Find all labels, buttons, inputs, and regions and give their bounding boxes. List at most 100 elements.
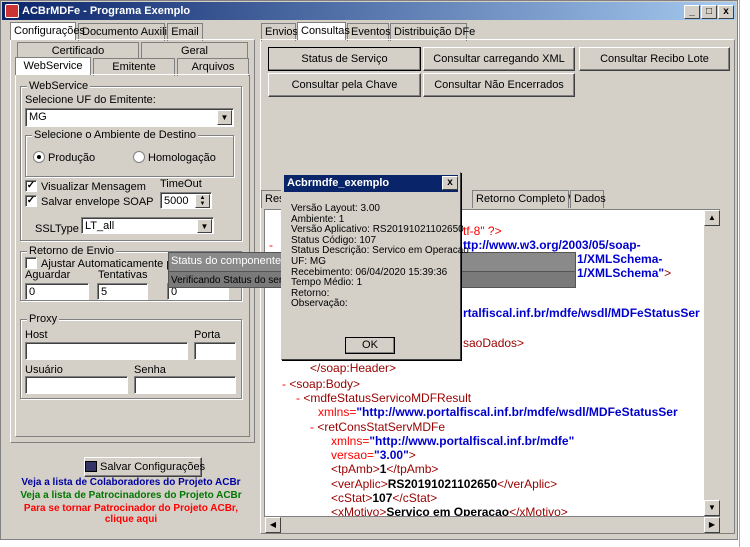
aguardar-input[interactable]: 0: [25, 283, 89, 300]
host-input[interactable]: [25, 342, 188, 360]
usuario-input[interactable]: [25, 376, 128, 394]
senha-label: Senha: [134, 364, 166, 376]
xml-line: <xMotivo>Servico em Operacao</xMotivo>: [331, 505, 568, 517]
producao-label: Produção: [48, 152, 96, 164]
dialog-line: Versão Layout: 3.00: [291, 203, 380, 214]
tentativas-label: Tentativas: [98, 269, 148, 281]
visualizar-checkbox[interactable]: ✓: [25, 180, 37, 192]
dialog-close-button[interactable]: x: [442, 176, 458, 190]
background-window-edge: [739, 0, 750, 547]
dialog-line: Observação:: [291, 298, 348, 310]
timeout-value: 5000: [164, 195, 189, 207]
dialog-line: Status Descrição: Servico em Operacao: [291, 245, 469, 257]
window-title: ACBrMDFe - Programa Exemplo: [22, 5, 191, 17]
message-dialog: Acbrmdfe_exemplo x Versão Layout: 3.00 Am…: [281, 172, 469, 360]
chevron-down-icon[interactable]: ▼: [217, 110, 232, 125]
xml-line: - <soap:Body>: [282, 377, 361, 391]
radio-homologacao[interactable]: [133, 151, 145, 163]
visualizar-label: Visualizar Mensagem: [41, 181, 146, 193]
scroll-down-icon[interactable]: ▼: [704, 500, 720, 516]
scroll-right-icon[interactable]: ▶: [704, 517, 720, 533]
consultar-chave-button[interactable]: Consultar pela Chave: [268, 73, 421, 97]
consultar-recibo-lote-button[interactable]: Consultar Recibo Lote: [579, 47, 730, 71]
consultar-nao-encerrados-button[interactable]: Consultar Não Encerrados: [423, 73, 575, 97]
uf-label: Selecione UF do Emitente:: [25, 94, 156, 106]
dialog-line: UF: MG: [291, 256, 326, 267]
horizontal-scrollbar[interactable]: ◀ ▶: [265, 517, 720, 533]
title-bar: ACBrMDFe - Programa Exemplo _ □ x: [2, 2, 736, 20]
proxy-group-label: Proxy: [27, 313, 60, 325]
xml-line: <verAplic>RS20191021102650</verAplic>: [331, 477, 558, 491]
xml-line: ttp://www.w3.org/2003/05/soap-: [463, 238, 641, 252]
dialog-line: Status Código: 107: [291, 234, 377, 246]
salvar-configuracoes-button[interactable]: Salvar Configurações: [84, 457, 206, 477]
spin-icon[interactable]: ▲ ▼: [195, 194, 210, 208]
consultar-xml-button[interactable]: Consultar carregando XML: [423, 47, 575, 71]
link-patrocinadores[interactable]: Veja a lista de Patrocinadores do Projet…: [6, 490, 256, 501]
xml-line: <tpAmb>1</tpAmb>: [331, 462, 439, 476]
minimize-button[interactable]: _: [684, 5, 700, 19]
uf-value: MG: [29, 111, 47, 123]
progress-title: Status do componente: [171, 255, 282, 267]
porta-label: Porta: [194, 329, 221, 341]
ssltype-label: SSLType: [35, 223, 79, 235]
dialog-title: Acbrmdfe_exemplo: [284, 175, 458, 192]
timeout-label: TimeOut: [160, 178, 202, 190]
main-window: ACBrMDFe - Programa Exemplo _ □ x Config…: [0, 0, 738, 540]
dialog-line: Versão Aplicativo: RS20191021102650: [291, 224, 464, 236]
app-icon: [5, 4, 19, 18]
tab-respostas[interactable]: Resp: [261, 190, 291, 208]
xml-line: 1/XMLSchema-: [577, 252, 663, 266]
progress-message: Verificando Status do servi: [171, 275, 290, 286]
salvar-envelope-checkbox[interactable]: ✓: [25, 195, 37, 207]
tab-configuracoes[interactable]: Configurações: [10, 22, 85, 40]
tab-retorno-completo[interactable]: Retorno Completo WS: [472, 190, 586, 208]
collapse-marker[interactable]: -: [269, 238, 273, 252]
host-label: Host: [25, 329, 48, 341]
chevron-down-icon[interactable]: ▼: [197, 219, 212, 233]
salvar-envelope-label: Salvar envelope SOAP: [41, 196, 154, 208]
radio-producao[interactable]: [33, 151, 45, 163]
timeout-spinner[interactable]: 5000 ▲ ▼: [160, 192, 212, 209]
xml-line: tf-8" ?>: [463, 224, 502, 238]
status-servico-button[interactable]: Status de Serviço: [268, 47, 421, 71]
xml-line: 1/XMLSchema">: [577, 266, 672, 280]
link-patrocinar[interactable]: Para se tornar Patrocinador do Projeto A…: [6, 503, 256, 514]
xml-line: xmlns="http://www.portalfiscal.inf.br/md…: [318, 405, 678, 419]
xml-line: <cStat>107</cStat>: [331, 491, 438, 505]
environment-group-label: Selecione o Ambiente de Destino: [32, 129, 199, 141]
ajustar-checkbox[interactable]: [25, 257, 37, 269]
webservice-group-label: WebService: [27, 80, 91, 92]
xml-line: saoDados>: [463, 336, 525, 350]
retorno-group-label: Retorno de Envio: [27, 245, 116, 257]
xml-line: xmlns="http://www.portalfiscal.inf.br/md…: [331, 434, 575, 448]
tab-dados[interactable]: Dados: [570, 190, 606, 208]
xml-line: versao="3.00">: [331, 448, 416, 462]
link-clique-aqui[interactable]: clique aqui: [6, 514, 256, 525]
senha-input[interactable]: [134, 376, 236, 394]
dialog-line: Tempo Médio: 1: [291, 277, 363, 289]
xml-line: - <mdfeStatusServicoMDFResult: [296, 391, 472, 405]
link-colaboradores[interactable]: Veja a lista de Colaboradores do Projeto…: [6, 477, 256, 488]
close-button[interactable]: x: [718, 5, 734, 19]
tentativas-input[interactable]: 5: [97, 283, 148, 300]
homologacao-label: Homologação: [148, 152, 216, 164]
uf-select[interactable]: MG ▼: [25, 108, 234, 127]
subtab-webservice[interactable]: WebService: [15, 57, 91, 75]
dialog-line: Retorno:: [291, 287, 330, 299]
maximize-button[interactable]: □: [701, 5, 717, 19]
scroll-left-icon[interactable]: ◀: [265, 517, 281, 533]
save-icon: [85, 461, 97, 472]
usuario-label: Usuário: [25, 364, 63, 376]
vertical-scrollbar[interactable]: ▲ ▼: [704, 210, 720, 516]
xml-line: rtalfiscal.inf.br/mdfe/wsdl/MDFeStatusSe…: [463, 306, 700, 320]
ssltype-value: LT_all: [85, 220, 115, 232]
ssltype-select[interactable]: LT_all ▼: [81, 217, 214, 234]
scroll-up-icon[interactable]: ▲: [704, 210, 720, 226]
salvar-configuracoes-label: Salvar Configurações: [100, 461, 206, 473]
porta-input[interactable]: [194, 342, 236, 360]
xml-line: - <retConsStatServMDFe: [310, 420, 446, 434]
xml-line: </soap:Header>: [310, 361, 397, 375]
ok-button[interactable]: OK: [345, 337, 395, 354]
tab-consultas[interactable]: Consultas: [297, 22, 350, 40]
